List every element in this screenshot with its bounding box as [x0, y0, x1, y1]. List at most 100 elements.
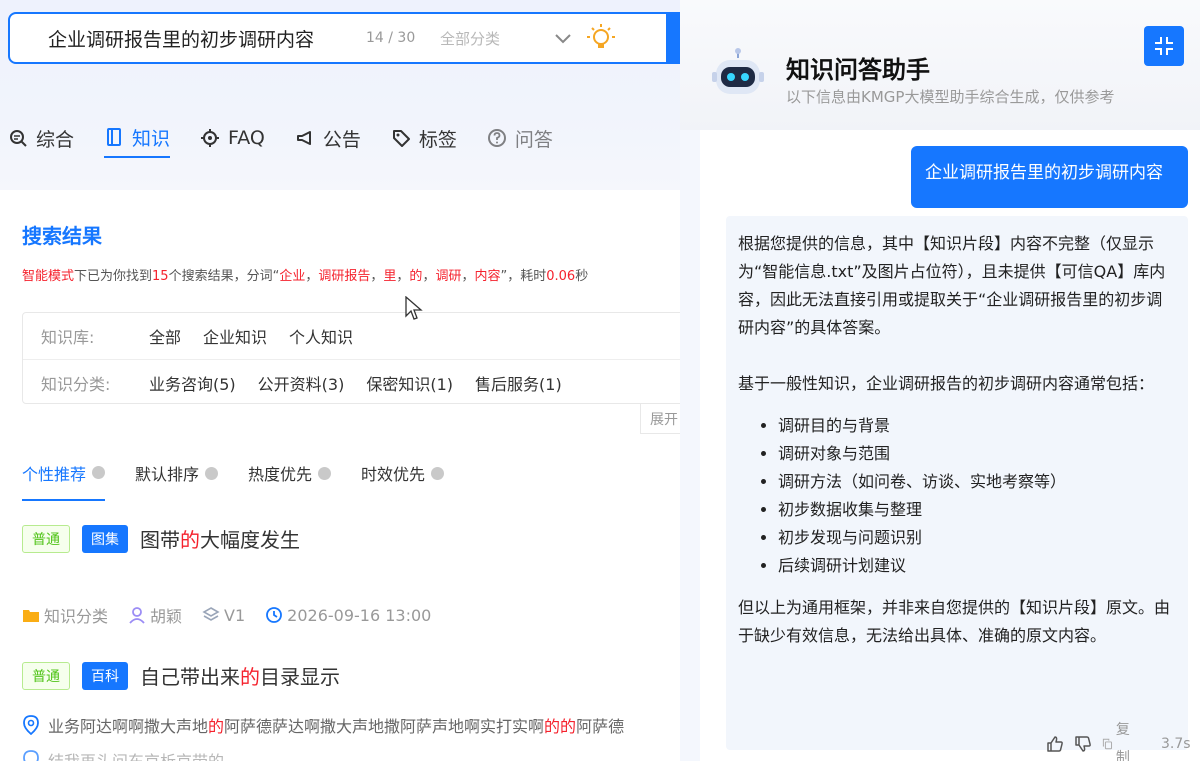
collapse-button[interactable] — [1144, 26, 1184, 66]
sort-recent[interactable]: 时效优先 — [361, 456, 445, 490]
filter-label: 知识库: — [41, 328, 95, 347]
result-meta: 知识分类 胡颖 V1 2026-09-16 13:00 — [22, 603, 451, 627]
category-select[interactable]: 全部分类 — [440, 28, 550, 49]
copy-button[interactable]: 复制 — [1102, 716, 1145, 761]
user-icon — [129, 607, 145, 624]
tab-label: 标签 — [418, 128, 457, 151]
info-icon — [92, 466, 106, 479]
answer-paragraph: 根据您提供的信息，其中【知识片段】内容不完整（仅显示为“智能信息.txt”及图片… — [738, 234, 1166, 337]
level-tag: 普通 — [22, 661, 70, 690]
user-message: 企业调研报告里的初步调研内容 — [911, 146, 1188, 208]
assistant-subtitle: 以下信息由KMGP大模型助手综合生成，仅供参考 — [786, 88, 1115, 106]
list-item: 调研方法（如问卷、访谈、实地考察等） — [778, 468, 1176, 496]
separator: ， — [305, 269, 319, 284]
elapsed-time: 3.7s — [1161, 736, 1191, 752]
filter-option[interactable]: 全部 — [149, 324, 181, 348]
summary-text: 下已为你找到 — [74, 269, 153, 284]
thumbs-down-icon[interactable] — [1074, 735, 1092, 753]
info-icon — [431, 466, 445, 480]
sort-tabs: 个性推荐 默认排序 热度优先 时效优先 — [22, 456, 474, 502]
sort-label: 热度优先 — [248, 465, 313, 484]
summary-text: 个搜索结果，分词“ — [168, 269, 280, 284]
result-count: 15 — [152, 269, 169, 284]
type-tag: 图集 — [82, 524, 128, 553]
tab-label: FAQ — [228, 127, 265, 149]
sort-label: 时效优先 — [361, 465, 426, 484]
tab-tags[interactable]: 标签 — [391, 118, 457, 158]
answer-paragraph: 基于一般性知识，企业调研报告的初步调研内容通常包括： — [738, 374, 1155, 393]
list-item: 调研对象与范围 — [778, 440, 1176, 468]
token: 内容 — [474, 269, 501, 284]
answer-paragraph: 但以上为通用框架，并非来自您提供的【知识片段】原文。由于缺少有效信息，无法给出具… — [738, 598, 1171, 645]
separator: ， — [461, 269, 475, 284]
meta-text: 胡颖 — [150, 607, 183, 626]
snippet-text: 阿萨德 — [576, 717, 625, 736]
tab-qa[interactable]: 问答 — [487, 118, 553, 158]
filter-option[interactable]: 售后服务(1) — [475, 371, 562, 395]
sort-label: 默认排序 — [135, 465, 200, 484]
smart-mode-label: 智能模式 — [22, 269, 75, 284]
sort-label: 个性推荐 — [22, 464, 87, 484]
search-bar[interactable]: 企业调研报告里的初步调研内容 14 / 30 全部分类 — [8, 12, 700, 64]
clock-icon — [266, 607, 283, 623]
location-pin-icon — [23, 715, 39, 735]
filter-row-category: 知识分类: 业务咨询(5) 公开资料(3) 保密知识(1) 售后服务(1) — [23, 359, 700, 405]
tab-label: 公告 — [322, 128, 361, 151]
sort-popular[interactable]: 热度优先 — [248, 456, 332, 490]
summary-text: 秒 — [575, 269, 589, 284]
title-part: 大幅度发生 — [200, 528, 300, 552]
separator: ， — [422, 269, 436, 284]
filter-row-kb: 知识库: 全部 企业知识 个人知识 — [23, 313, 700, 359]
sort-default[interactable]: 默认排序 — [135, 456, 219, 490]
folder-icon — [23, 610, 39, 622]
chevron-down-icon[interactable] — [550, 25, 576, 51]
target-icon — [201, 129, 220, 147]
tab-label: 问答 — [514, 128, 553, 151]
result-title[interactable]: 图带的大幅度发生 — [140, 524, 300, 553]
filter-option[interactable]: 个人知识 — [289, 324, 353, 348]
token: 调研 — [435, 269, 462, 284]
tab-label: 知识 — [132, 127, 171, 150]
tag-icon — [392, 130, 410, 147]
result-snippet: 业务阿达啊啊撒大声地的阿萨德萨达啊撒大声地撒阿萨声地啊实打实啊 的的 阿萨德 — [22, 713, 624, 737]
snippet-text: 结我再头问东京析京带的 — [48, 748, 224, 761]
thumbs-up-icon[interactable] — [1046, 735, 1064, 753]
filter-panel: 知识库: 全部 企业知识 个人知识 知识分类: 业务咨询(5) 公开资料(3) … — [22, 312, 700, 404]
tab-faq[interactable]: FAQ — [200, 118, 265, 158]
separator: ， — [396, 269, 410, 284]
filter-option[interactable]: 保密知识(1) — [366, 371, 453, 395]
search-list-icon — [10, 130, 27, 147]
tab-overview[interactable]: 综合 — [8, 118, 74, 158]
book-icon — [107, 128, 122, 146]
meta-version: V1 — [202, 606, 245, 625]
expand-label: 展开 — [650, 411, 678, 428]
sort-personalized[interactable]: 个性推荐 — [22, 456, 106, 501]
filter-option[interactable]: 业务咨询(5) — [149, 371, 236, 395]
lightbulb-icon[interactable] — [586, 23, 616, 53]
summary-text: ”，耗时 — [500, 269, 547, 284]
result-item-title[interactable]: 普通 百科 自己带出来的目录显示 — [22, 661, 340, 690]
tab-knowledge[interactable]: 知识 — [104, 118, 171, 158]
megaphone-icon — [296, 131, 311, 145]
info-icon — [205, 466, 219, 480]
copy-icon — [1102, 738, 1113, 750]
result-title[interactable]: 自己带出来的目录显示 — [140, 661, 340, 690]
filter-option[interactable]: 公开资料(3) — [258, 371, 345, 395]
result-item-title[interactable]: 普通 图集 图带的大幅度发生 — [22, 524, 300, 553]
search-input[interactable]: 企业调研报告里的初步调研内容 — [48, 25, 366, 52]
result-tabs: 综合 知识 FAQ 公告 标签 问答 — [8, 118, 583, 170]
token: 的 — [409, 269, 423, 284]
results-title: 搜索结果 — [22, 224, 102, 248]
snippet-text: 业务阿达啊啊撒大声地 — [48, 717, 209, 736]
answer-list: 调研目的与背景 调研对象与范围 调研方法（如问卷、访谈、实地考察等） 初步数据收… — [778, 412, 1176, 580]
separator: ， — [370, 269, 384, 284]
filter-option[interactable]: 企业知识 — [203, 324, 267, 348]
token: 企业 — [279, 269, 306, 284]
title-part: 图带 — [140, 528, 180, 552]
title-part: 自己带出来 — [140, 665, 240, 689]
search-page: 企业调研报告里的初步调研内容 14 / 30 全部分类 综合 知识 FAQ 公告… — [0, 0, 700, 761]
token: 调研报告 — [318, 269, 371, 284]
info-icon — [318, 466, 332, 480]
list-item: 后续调研计划建议 — [778, 552, 1176, 580]
tab-announcement[interactable]: 公告 — [295, 118, 361, 158]
